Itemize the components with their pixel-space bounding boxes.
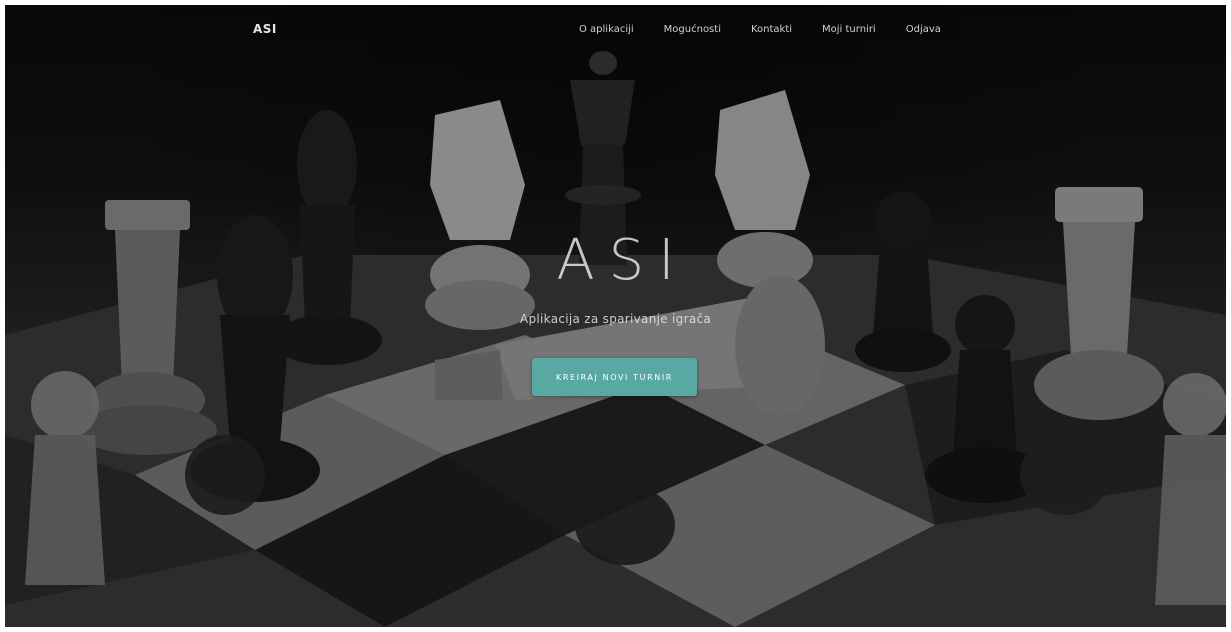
- brand-logo[interactable]: ASI: [253, 22, 277, 36]
- hero-subtitle: Aplikacija za sparivanje igrača: [519, 312, 712, 326]
- top-navbar: ASI O aplikaciji Mogućnosti Kontakti Moj…: [5, 5, 1226, 55]
- nav-link-contacts[interactable]: Kontakti: [751, 24, 792, 35]
- nav-links: O aplikaciji Mogućnosti Kontakti Moji tu…: [579, 24, 941, 35]
- page-frame: ASI O aplikaciji Mogućnosti Kontakti Moj…: [5, 5, 1226, 627]
- nav-link-about[interactable]: O aplikaciji: [579, 24, 634, 35]
- create-tournament-button[interactable]: KREIRAJ NOVI TURNIR: [532, 358, 697, 396]
- nav-link-my-tournaments[interactable]: Moji turniri: [822, 24, 876, 35]
- nav-link-features[interactable]: Mogućnosti: [664, 24, 721, 35]
- hero-title: ASI: [556, 228, 689, 293]
- nav-link-logout[interactable]: Odjava: [906, 24, 941, 35]
